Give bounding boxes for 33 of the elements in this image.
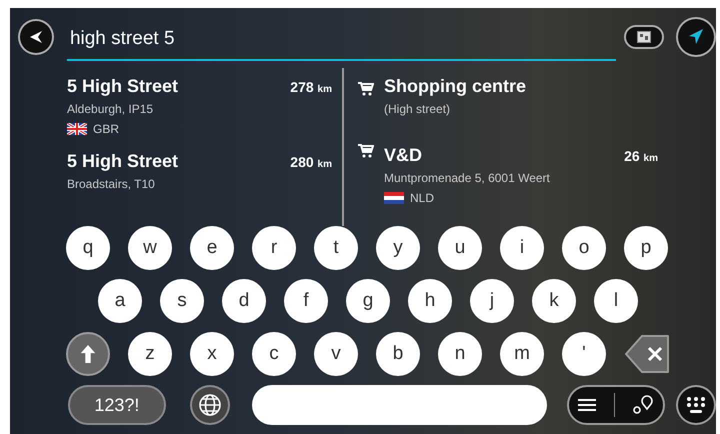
result-address: Broadstairs, T10 [67, 177, 156, 191]
result-title: 5 High Street [67, 151, 178, 172]
result-address: Muntpromenade 5, 6001 Weert [384, 171, 551, 185]
search-field[interactable]: high street 5 [66, 18, 616, 59]
back-arrow-icon [28, 29, 44, 45]
cart-icon [358, 82, 374, 96]
keyboard-icon [685, 395, 708, 415]
flag-icon [384, 192, 404, 204]
symbols-key[interactable]: 123?! [68, 385, 166, 425]
search-result[interactable]: 5 High Street 278 km Aldeburgh, IP15 GBR [67, 76, 332, 151]
list-icon [578, 398, 596, 412]
pins-icon [632, 395, 654, 415]
map-icon [637, 31, 652, 43]
up-arrow-icon [79, 344, 97, 364]
country-code: GBR [93, 122, 120, 136]
cart-icon [358, 144, 374, 158]
category-result[interactable]: Shopping centre (High street) [358, 76, 658, 138]
result-title: Shopping centre [384, 76, 526, 97]
backspace-key[interactable] [624, 332, 672, 376]
flag-icon [67, 123, 87, 135]
distance: 278 km [290, 79, 332, 95]
result-title: 5 High Street [67, 76, 178, 97]
globe-icon [198, 393, 222, 417]
search-result[interactable]: 5 High Street 280 km Broadstairs, T10 [67, 151, 332, 226]
country-code: NLD [410, 191, 434, 205]
result-title: V&D [384, 145, 422, 166]
list-pins-button[interactable] [567, 385, 666, 425]
result-address: (High street) [384, 102, 452, 116]
distance: 280 km [290, 154, 332, 170]
space-bar[interactable] [252, 385, 548, 425]
poi-result[interactable]: V&D 26 km Muntpromenade 5, 6001 Weert NLD [358, 138, 658, 218]
distance: 26 km [624, 148, 658, 164]
result-address: Aldeburgh, IP15 [67, 102, 154, 116]
